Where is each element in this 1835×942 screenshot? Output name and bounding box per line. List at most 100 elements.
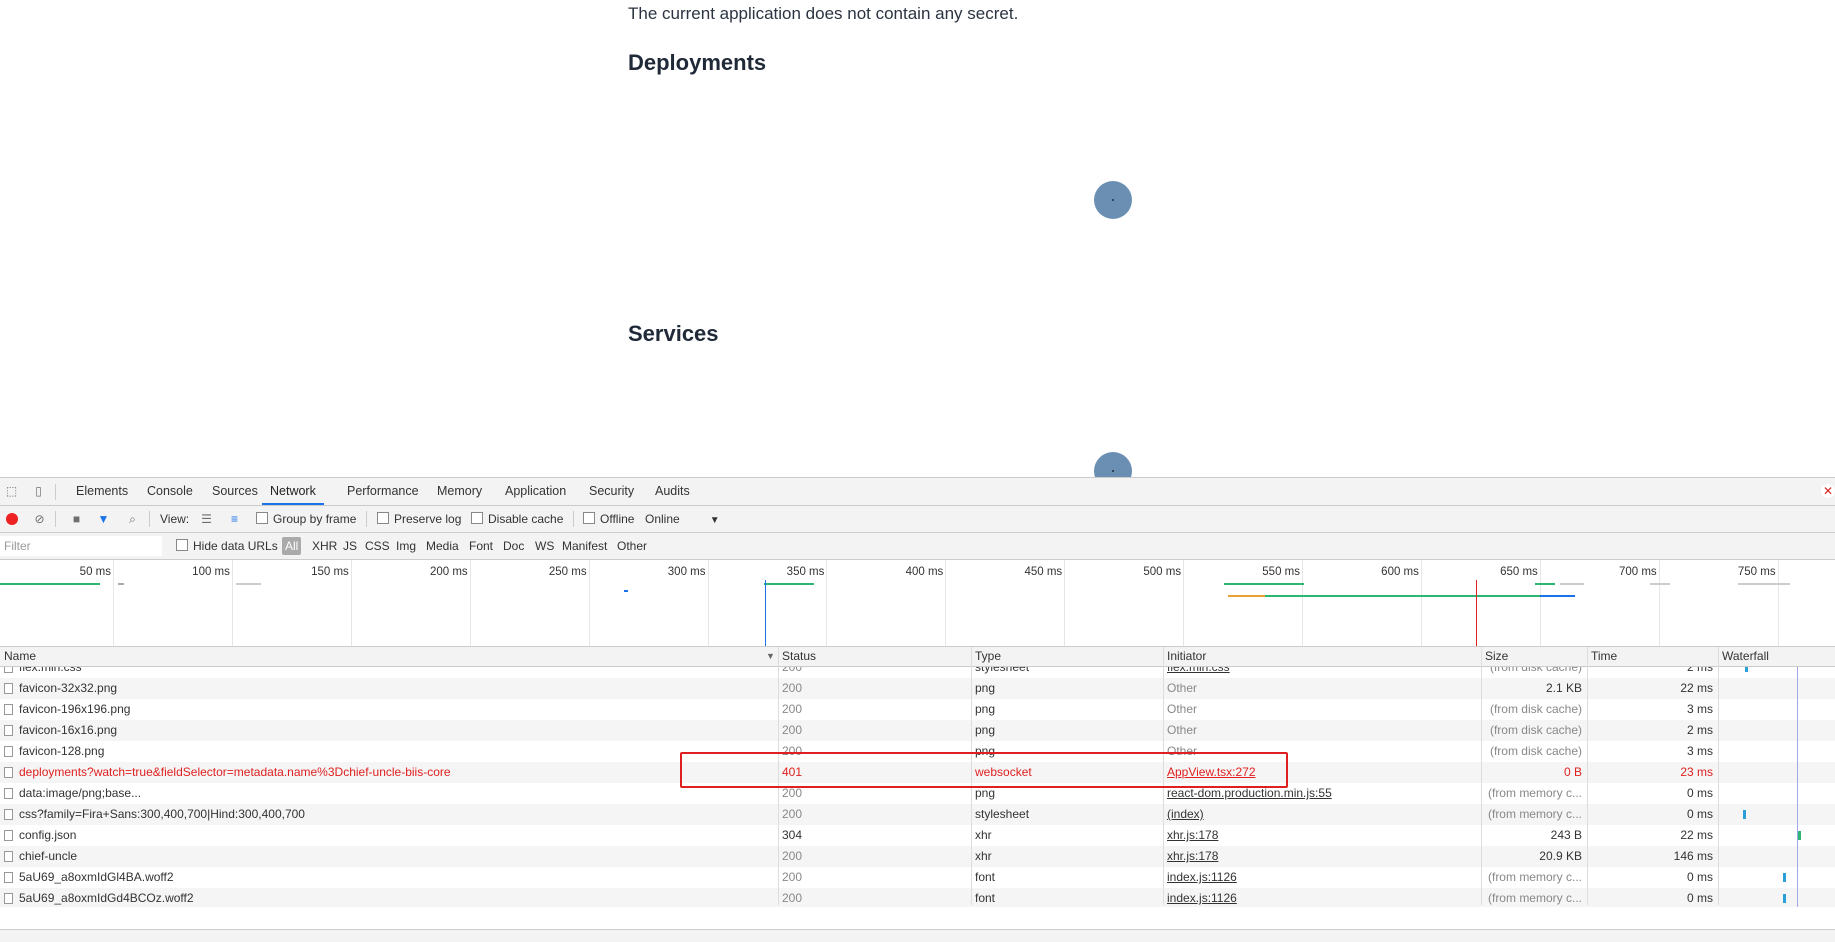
filter-type-font[interactable]: Font <box>469 533 493 559</box>
table-row[interactable]: data:image/png;base... 200 png react-dom.pr… <box>0 783 1835 804</box>
tab-memory[interactable]: Memory <box>437 478 482 505</box>
overview-gridline <box>1302 560 1303 646</box>
group-by-frame-checkbox[interactable]: Group by frame <box>256 506 356 532</box>
column-time[interactable]: Time <box>1587 647 1617 666</box>
column-size[interactable]: Size <box>1481 647 1508 666</box>
filter-type-css[interactable]: CSS <box>365 533 390 559</box>
overview-timing-bar <box>1738 583 1790 585</box>
table-row[interactable]: 5aU69_a8oxmIdGl4BA.woff2 200 font index.js:… <box>0 867 1835 888</box>
overview-tick-label: 700 ms <box>1618 566 1657 578</box>
table-row[interactable]: chief-uncle 200 xhr xhr.js:178 20.9 KB 146 ms <box>0 846 1835 867</box>
offline-checkbox[interactable]: Offline <box>583 506 634 532</box>
overview-tick-label: 500 ms <box>1143 566 1182 578</box>
table-row[interactable]: deployments?watch=true&fieldSelector=met… <box>0 762 1835 783</box>
tab-application[interactable]: Application <box>505 478 566 505</box>
overview-tick-label: 600 ms <box>1381 566 1419 578</box>
record-icon[interactable] <box>6 513 18 525</box>
overview-timing-bar <box>118 583 124 585</box>
overview-gridline <box>1658 560 1660 646</box>
search-icon[interactable]: ⌕ <box>126 513 139 526</box>
large-rows-icon[interactable]: ☰ <box>200 513 213 526</box>
tab-security[interactable]: Security <box>589 478 634 505</box>
request-size: (from disk cache) <box>1489 667 1582 674</box>
close-icon[interactable]: ✕ <box>1821 484 1835 498</box>
request-name: 5aU69_a8oxmIdGd4BCOz.woff2 <box>19 891 194 905</box>
filter-type-media[interactable]: Media <box>426 533 459 559</box>
column-name[interactable]: Name <box>0 647 36 666</box>
request-size: 2.1 KB <box>1545 681 1582 695</box>
table-row[interactable]: 5aU69_a8oxmIdGd4BCOz.woff2 200 font index.j… <box>0 888 1835 907</box>
overview-timing-bar <box>1265 595 1575 597</box>
network-overview[interactable]: 50 ms 100 ms 150 ms 200 ms 250 ms 300 ms 350 m… <box>0 560 1835 647</box>
overview-gridline <box>945 560 947 646</box>
request-status: 200 <box>782 870 803 884</box>
request-initiator[interactable]: (index) <box>1167 804 1477 825</box>
tab-sources[interactable]: Sources <box>212 478 258 505</box>
overview-icon[interactable]: ≡ <box>228 513 241 526</box>
request-initiator[interactable]: index.js:1126 <box>1167 867 1477 888</box>
request-initiator[interactable]: index.js:1126 <box>1167 888 1477 907</box>
table-row[interactable]: css?family=Fira+Sans:300,400,700|Hind:30… <box>0 804 1835 825</box>
overview-gridline <box>469 560 471 646</box>
throttle-select[interactable]: Online ▼ <box>645 506 720 532</box>
request-time: 146 ms <box>1673 849 1713 863</box>
request-name: favicon-128.png <box>19 744 105 758</box>
request-initiator[interactable]: xhr.js:178 <box>1167 825 1477 846</box>
request-initiator[interactable]: AppView.tsx:272 <box>1167 762 1477 783</box>
tab-audits[interactable]: Audits <box>655 478 690 505</box>
capture-screenshots-icon[interactable]: ■ <box>70 513 83 526</box>
column-status[interactable]: Status <box>778 647 816 666</box>
filter-type-all[interactable]: All <box>282 537 302 555</box>
request-initiator[interactable]: xhr.js:178 <box>1167 846 1477 867</box>
filter-input[interactable] <box>0 536 162 556</box>
device-toolbar-icon[interactable]: ▯ <box>32 485 45 498</box>
hide-data-urls-checkbox[interactable]: Hide data URLs <box>176 533 278 559</box>
filter-type-ws[interactable]: WS <box>535 533 554 559</box>
filter-type-manifest[interactable]: Manifest <box>562 533 607 559</box>
table-row[interactable]: favicon-128.png 200 png Other (from disk cac… <box>0 741 1835 762</box>
request-size: (from memory c... <box>1487 786 1582 800</box>
deployments-heading: Deployments <box>628 50 767 75</box>
request-initiator[interactable]: flex.min.css <box>1167 667 1477 678</box>
tab-elements[interactable]: Elements <box>76 478 128 505</box>
network-status-bar <box>0 929 1835 942</box>
clear-icon[interactable]: ⊘ <box>33 513 46 526</box>
tab-performance[interactable]: Performance <box>347 478 419 505</box>
network-toolbar: ⊘ ■ ▼ ⌕ View: ☰ ≡ Group by frame Preserv… <box>0 506 1835 533</box>
request-status: 200 <box>782 681 803 695</box>
filter-icon[interactable]: ▼ <box>97 513 110 526</box>
table-row[interactable]: favicon-196x196.png 200 png Other (from disk… <box>0 699 1835 720</box>
table-row[interactable]: favicon-16x16.png 200 png Other (from disk c… <box>0 720 1835 741</box>
column-waterfall[interactable]: Waterfall <box>1718 647 1769 666</box>
column-type[interactable]: Type <box>971 647 1001 666</box>
overview-gridline <box>231 560 233 646</box>
inspect-element-icon[interactable]: ⬚ <box>5 485 18 498</box>
table-row[interactable]: favicon-32x32.png 200 png Other 2.1 KB 22 ms <box>0 678 1835 699</box>
disable-cache-checkbox[interactable]: Disable cache <box>471 506 563 532</box>
filter-type-doc[interactable]: Doc <box>503 533 524 559</box>
request-initiator[interactable]: react-dom.production.min.js:55 <box>1167 783 1477 804</box>
request-name: css?family=Fira+Sans:300,400,700|Hind:30… <box>19 807 305 821</box>
tab-network[interactable]: Network <box>262 478 324 505</box>
sort-desc-icon: ▼ <box>766 651 775 661</box>
filter-type-other[interactable]: Other <box>617 533 647 559</box>
overview-timing-bar <box>1540 595 1575 597</box>
request-time: 23 ms <box>1680 765 1713 779</box>
overview-tick-label: 350 ms <box>786 566 825 578</box>
preserve-log-checkbox[interactable]: Preserve log <box>377 506 461 532</box>
filter-type-img[interactable]: Img <box>396 533 416 559</box>
request-type: png <box>975 723 996 737</box>
column-initiator[interactable]: Initiator <box>1163 647 1206 666</box>
request-name: favicon-32x32.png <box>19 681 118 695</box>
filter-type-js[interactable]: JS <box>343 533 357 559</box>
overview-timing-bar <box>1228 595 1270 597</box>
overview-gridline <box>1064 560 1066 646</box>
table-row[interactable]: flex.min.css 200 stylesheet flex.min.css (fr… <box>0 667 1835 678</box>
request-time: 22 ms <box>1680 828 1713 842</box>
overview-tick-label: 200 ms <box>429 566 468 578</box>
request-size: (from memory c... <box>1487 807 1582 821</box>
request-status: 200 <box>782 807 803 821</box>
tab-console[interactable]: Console <box>147 478 193 505</box>
filter-type-xhr[interactable]: XHR <box>312 533 337 559</box>
table-row[interactable]: config.json 304 xhr xhr.js:178 243 B 22 ms <box>0 825 1835 846</box>
